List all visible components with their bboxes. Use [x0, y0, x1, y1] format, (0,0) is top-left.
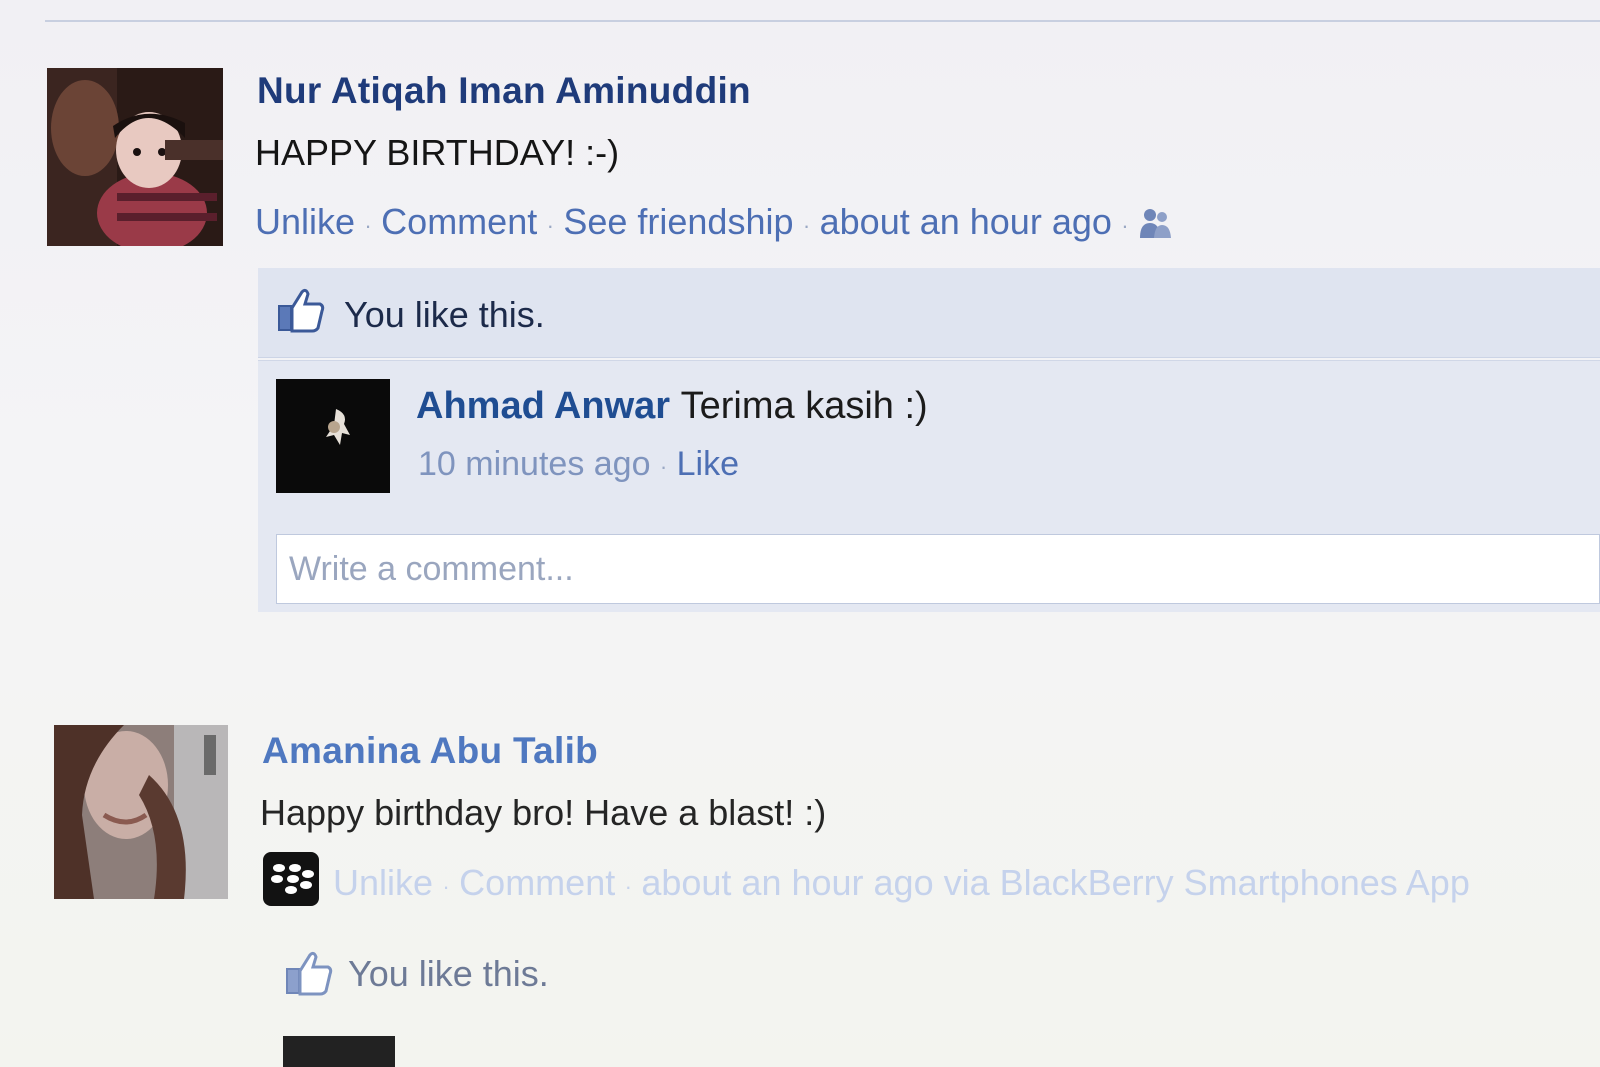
post-author-name-2[interactable]: Amanina Abu Talib	[262, 730, 598, 772]
thumbs-up-icon-2	[284, 949, 334, 1002]
blackberry-icon	[263, 852, 319, 906]
post-actions: Unlike. Comment. See friendship. about an h…	[255, 200, 1174, 243]
write-comment-placeholder: Write a comment...	[289, 549, 574, 588]
write-comment-area: Write a comment...	[258, 520, 1600, 612]
post-message: HAPPY BIRTHDAY! :-)	[255, 132, 620, 173]
thumbs-up-icon	[276, 286, 326, 339]
post-message-2: Happy birthday bro! Have a blast! :)	[260, 792, 827, 833]
comment-text: Terima kasih :)	[680, 385, 928, 427]
timestamp-link-2[interactable]: about an hour ago via BlackBerry Smartph…	[641, 862, 1470, 903]
avatar-amanina[interactable]	[54, 725, 228, 899]
likes-text: You like this.	[344, 294, 545, 335]
comment-link-2[interactable]: Comment	[459, 862, 615, 903]
comment-item: Ahmad Anwar Terima kasih :) 10 minutes a…	[258, 360, 1600, 520]
comment-author-link[interactable]: Ahmad Anwar	[416, 385, 670, 427]
write-comment-input[interactable]: Write a comment...	[276, 534, 1600, 604]
likes-box: You like this.	[258, 268, 1600, 358]
friends-icon[interactable]	[1138, 206, 1174, 240]
timestamp-link[interactable]: about an hour ago	[820, 201, 1112, 242]
likes-box-2: You like this.	[284, 945, 884, 1005]
post-actions-2: Unlike. Comment. about an hour ago via Bla…	[333, 862, 1470, 903]
likes-text-2: You like this.	[348, 953, 549, 994]
comment-link[interactable]: Comment	[381, 201, 537, 242]
unlike-link-2[interactable]: Unlike	[333, 862, 433, 903]
unlike-link[interactable]: Unlike	[255, 201, 355, 242]
post-author-name[interactable]: Nur Atiqah Iman Aminuddin	[257, 70, 751, 112]
top-divider	[45, 20, 1600, 22]
next-comment-avatar	[283, 1036, 395, 1067]
avatar-ahmad-anwar[interactable]	[276, 379, 390, 493]
comment-meta: 10 minutes ago. Like	[418, 445, 739, 483]
comment-author: Ahmad Anwar Terima kasih :)	[416, 385, 928, 428]
comment-time[interactable]: 10 minutes ago	[418, 445, 651, 483]
see-friendship-link[interactable]: See friendship	[563, 201, 793, 242]
avatar-nur-atiqah[interactable]	[47, 68, 223, 246]
comment-like-link[interactable]: Like	[677, 445, 739, 483]
